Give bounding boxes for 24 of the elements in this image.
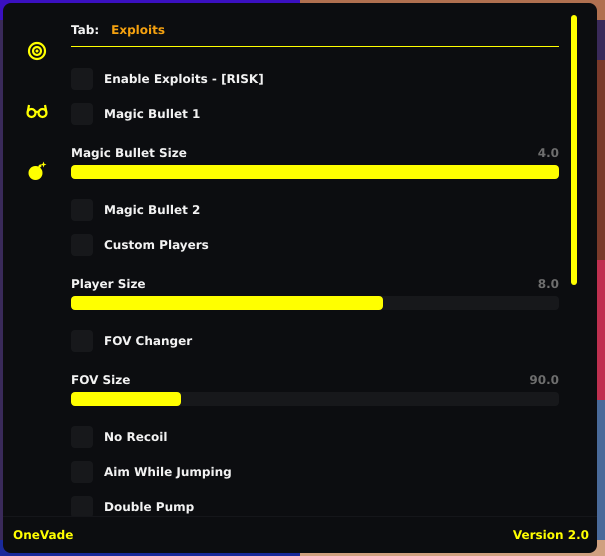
slider-value: 4.0 [538,146,559,160]
option-label: Aim While Jumping [104,464,232,478]
option-label: Double Pump [104,500,194,514]
slider-label: Player Size [71,277,146,291]
option-label: Magic Bullet 1 [104,106,200,120]
slider-value: 8.0 [538,277,559,291]
option-label: No Recoil [104,430,168,444]
option-label: Magic Bullet 2 [104,202,200,216]
version-label: Version 2.0 [512,528,589,542]
slider-value: 90.0 [529,373,559,387]
slider-track[interactable] [71,392,559,406]
option-label: Custom Players [104,238,209,252]
app-title: OneVade [13,528,74,542]
target-icon[interactable] [27,41,47,61]
option-label: FOV Changer [104,334,192,348]
slider-label: FOV Size [71,373,130,387]
bomb-icon[interactable] [27,161,47,181]
option-label: Enable Exploits - [RISK] [104,72,264,86]
active-tab[interactable]: Exploits [111,23,166,37]
glasses-icon[interactable] [26,103,48,119]
tab-label: Tab: [71,23,100,37]
slider-track[interactable] [71,296,559,310]
scrollbar-thumb[interactable] [571,15,577,285]
slider-label: Magic Bullet Size [71,146,187,160]
